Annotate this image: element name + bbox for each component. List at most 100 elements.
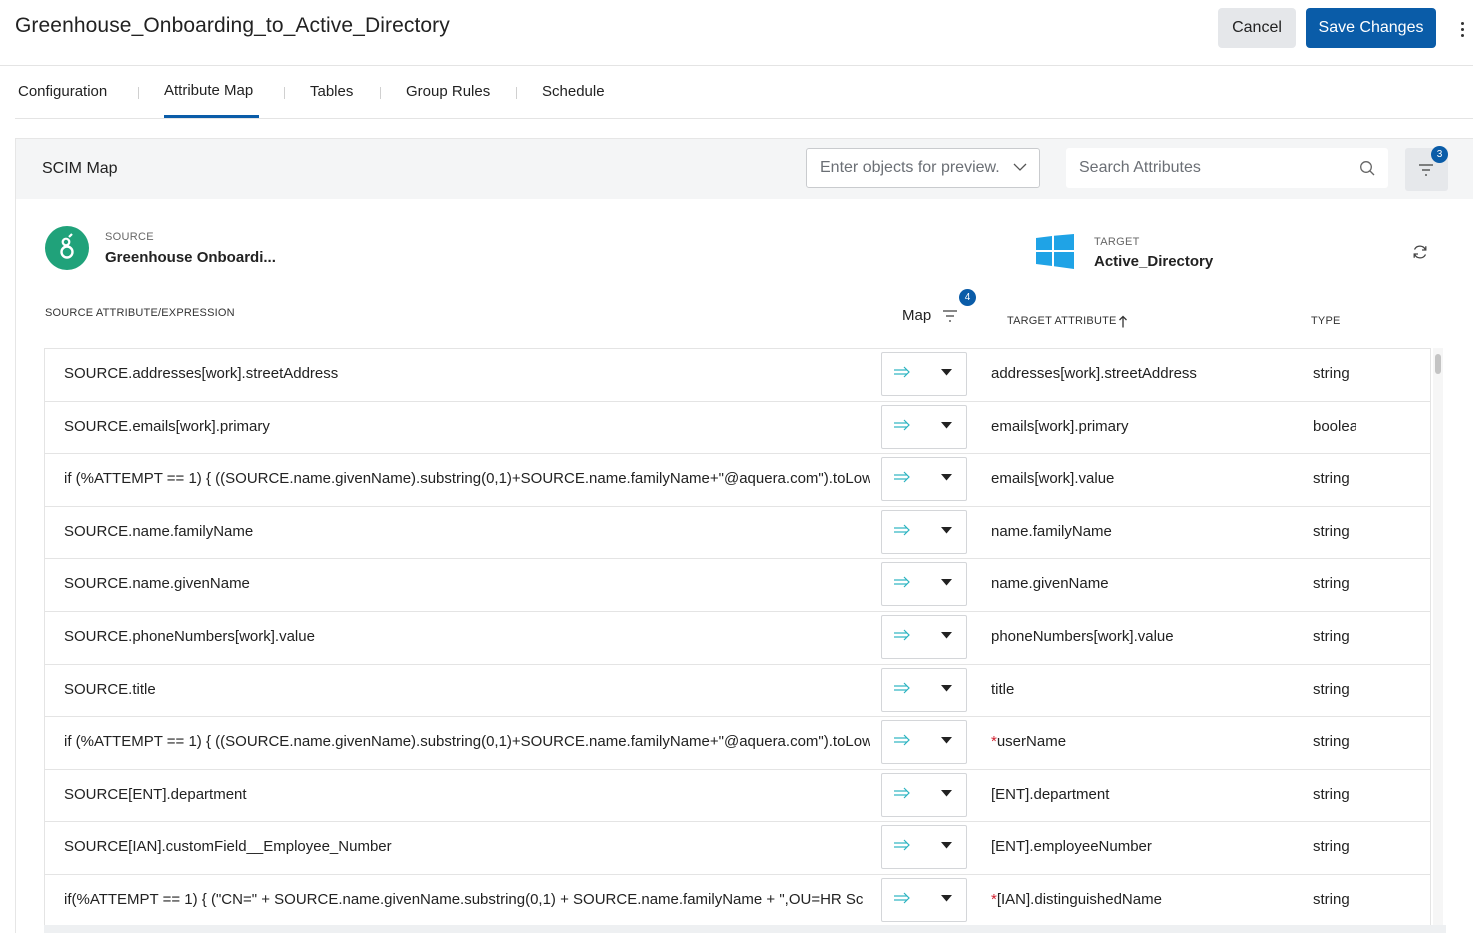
source-expression[interactable]: SOURCE.name.givenName [64, 575, 870, 592]
table-row[interactable]: if(%ATTEMPT == 1) { ("CN=" + SOURCE.name… [45, 874, 1430, 927]
tab-bar: Configuration Attribute Map Tables Group… [15, 67, 1473, 119]
map-filter-icon[interactable] [942, 309, 958, 323]
target-attribute-name: emails[work].primary [991, 417, 1129, 435]
source-expression[interactable]: SOURCE[IAN].customField__Employee_Number [64, 838, 870, 855]
type-column-header: TYPE [1311, 315, 1341, 327]
target-attribute: *userName [991, 733, 1066, 750]
search-attributes [1066, 148, 1388, 188]
source-expression[interactable]: if(%ATTEMPT == 1) { ("CN=" + SOURCE.name… [64, 891, 870, 908]
target-attribute: name.givenName [991, 575, 1109, 592]
scrollbar-thumb[interactable] [1435, 354, 1441, 374]
source-expression[interactable]: SOURCE.name.familyName [64, 523, 870, 540]
source-expression[interactable]: if (%ATTEMPT == 1) { ((SOURCE.name.given… [64, 470, 870, 487]
table-row[interactable]: if (%ATTEMPT == 1) { ((SOURCE.name.given… [45, 453, 1430, 507]
map-type-select[interactable] [881, 615, 967, 659]
map-column-header: Map [902, 307, 932, 324]
caret-down-icon [941, 421, 952, 429]
table-row[interactable]: SOURCE.addresses[work].streetAddress add… [45, 348, 1430, 401]
tab-configuration[interactable]: Configuration [18, 83, 107, 100]
map-type-select[interactable] [881, 352, 967, 396]
preview-objects-select[interactable]: Enter objects for preview. [806, 148, 1040, 188]
target-attribute-name: name.givenName [991, 575, 1109, 593]
caret-down-icon [941, 789, 952, 797]
source-expression[interactable]: SOURCE.title [64, 681, 870, 698]
source-name: Greenhouse Onboardi... [105, 249, 276, 266]
sort-ascending-icon[interactable] [1118, 315, 1128, 328]
map-type-select[interactable] [881, 509, 967, 554]
more-options-icon[interactable] [1452, 14, 1472, 44]
attribute-type: string [1313, 365, 1350, 382]
target-attribute: emails[work].primary [991, 418, 1129, 435]
map-type-select[interactable] [881, 772, 967, 817]
table-row[interactable]: SOURCE.name.givenName name.givenName str… [45, 558, 1430, 612]
table-row[interactable]: SOURCE.emails[work].primary emails[work]… [45, 400, 1430, 454]
source-expression[interactable]: SOURCE[ENT].department [64, 786, 870, 803]
preview-placeholder: Enter objects for preview. [820, 159, 1000, 176]
map-type-select[interactable] [881, 720, 967, 765]
greenhouse-logo [45, 226, 89, 270]
source-expression[interactable]: SOURCE.phoneNumbers[work].value [64, 628, 870, 645]
scrollbar-track[interactable] [1433, 348, 1443, 933]
target-attribute-name: [ENT].department [991, 785, 1110, 803]
target-attribute-name: [IAN].distinguishedName [996, 891, 1162, 908]
caret-down-icon [941, 369, 952, 376]
target-attribute-name: phoneNumbers[work].value [991, 628, 1174, 645]
attribute-map-table: SOURCE.addresses[work].streetAddress add… [44, 348, 1431, 933]
double-arrow-right-icon [894, 839, 910, 851]
table-row[interactable]: SOURCE[ENT].department [ENT].department … [45, 768, 1430, 822]
save-changes-button[interactable]: Save Changes [1306, 8, 1436, 48]
table-row[interactable]: SOURCE.name.familyName name.familyName s… [45, 505, 1430, 559]
target-attribute-column-header[interactable]: TARGET ATTRIBUTE [1007, 315, 1117, 327]
target-attribute-name: addresses[work].streetAddress [991, 365, 1197, 382]
tab-group-rules[interactable]: Group Rules [406, 83, 490, 100]
tab-schedule[interactable]: Schedule [542, 83, 605, 100]
map-type-select[interactable] [881, 825, 967, 870]
table-row[interactable]: SOURCE[IAN].customField__Employee_Number… [45, 821, 1430, 875]
scim-map-panel: SCIM Map Enter objects for preview. 3 SO… [15, 138, 1473, 933]
double-arrow-right-icon [894, 629, 910, 641]
map-type-select[interactable] [881, 457, 967, 502]
attribute-type: string [1313, 891, 1350, 908]
caret-down-icon [941, 684, 952, 692]
tab-attribute-map[interactable]: Attribute Map [164, 82, 253, 99]
target-attribute-name: [ENT].employeeNumber [991, 838, 1152, 856]
page-header: Greenhouse_Onboarding_to_Active_Director… [0, 0, 1473, 66]
source-expression[interactable]: SOURCE.addresses[work].streetAddress [64, 365, 870, 382]
caret-down-icon [941, 737, 952, 744]
refresh-icon[interactable] [1412, 244, 1428, 260]
map-type-select[interactable] [881, 562, 967, 607]
double-arrow-right-icon [894, 892, 910, 904]
search-icon[interactable] [1359, 160, 1375, 176]
target-attribute: *[IAN].distinguishedName [991, 891, 1162, 908]
double-arrow-right-icon [894, 471, 910, 483]
filter-icon [1419, 164, 1433, 176]
table-row[interactable]: SOURCE.title title string [45, 663, 1430, 717]
attribute-type: string [1313, 470, 1350, 488]
filter-count-badge: 3 [1431, 146, 1448, 163]
double-arrow-right-icon [894, 419, 910, 431]
map-type-select[interactable] [881, 878, 967, 922]
chevron-down-icon [1013, 163, 1027, 171]
search-input[interactable] [1066, 148, 1388, 188]
panel-title: SCIM Map [42, 160, 118, 177]
map-type-select[interactable] [881, 404, 967, 449]
source-label: SOURCE [105, 231, 154, 243]
target-label: TARGET [1094, 236, 1140, 248]
target-attribute: [ENT].employeeNumber [991, 838, 1152, 855]
attribute-type: string [1313, 838, 1350, 856]
filter-button[interactable]: 3 [1405, 146, 1448, 191]
table-footer-strip [44, 925, 1446, 933]
windows-logo [1036, 234, 1074, 269]
target-attribute: emails[work].value [991, 470, 1114, 487]
map-type-select[interactable] [881, 667, 967, 712]
table-row[interactable]: if (%ATTEMPT == 1) { ((SOURCE.name.given… [45, 716, 1430, 770]
source-expression[interactable]: if (%ATTEMPT == 1) { ((SOURCE.name.given… [64, 733, 870, 750]
table-row[interactable]: SOURCE.phoneNumbers[work].value phoneNum… [45, 611, 1430, 664]
cancel-button[interactable]: Cancel [1218, 8, 1296, 48]
tab-tables[interactable]: Tables [310, 83, 353, 100]
target-attribute: title [991, 681, 1014, 698]
target-name: Active_Directory [1094, 253, 1214, 270]
source-expression[interactable]: SOURCE.emails[work].primary [64, 418, 870, 435]
target-attribute-name: userName [996, 733, 1067, 751]
attribute-type: string [1313, 733, 1350, 751]
